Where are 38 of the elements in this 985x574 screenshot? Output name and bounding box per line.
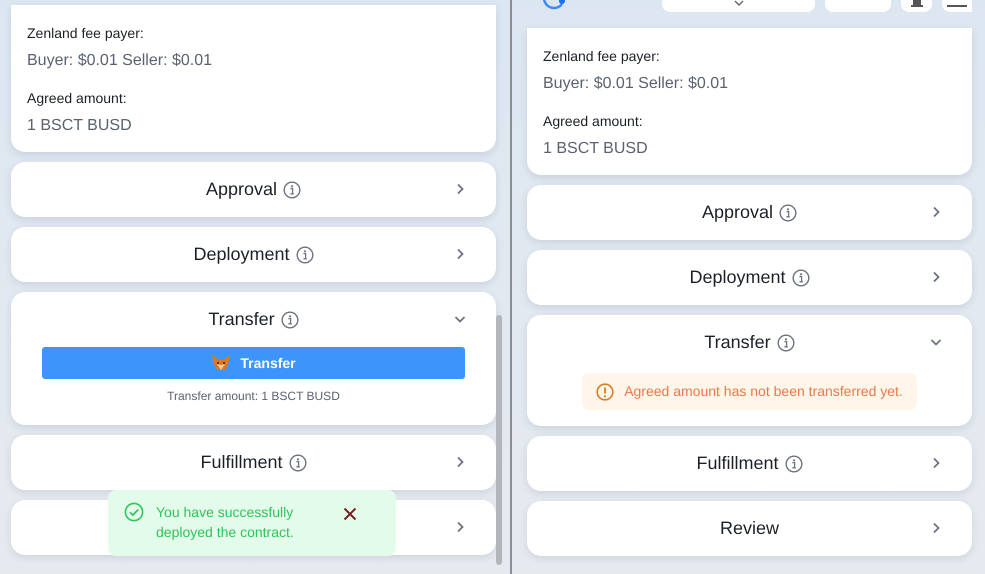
field-value: Buyer: $0.01 Seller: $0.01 xyxy=(27,51,214,71)
step-card[interactable]: Review xyxy=(527,501,972,556)
step-card[interactable]: Deployment xyxy=(527,250,972,305)
step-card[interactable]: Deployment xyxy=(11,227,496,282)
step-title: Fulfillment xyxy=(696,452,779,475)
step-card[interactable]: Fulfillment xyxy=(11,435,496,490)
step-card[interactable]: Approval xyxy=(527,185,972,240)
step-title: Approval xyxy=(206,178,278,201)
step-card[interactable]: Fulfillment xyxy=(527,436,972,491)
field-value: Buyer: $0.01 Seller: $0.01 xyxy=(543,74,730,94)
step-title: Transfer xyxy=(208,308,275,331)
logo-icon xyxy=(541,0,567,12)
check-circle-icon xyxy=(124,502,144,522)
step-title: Deployment xyxy=(689,266,786,289)
step-title: Approval xyxy=(702,201,774,224)
step-title: Transfer xyxy=(704,331,771,354)
fox-icon xyxy=(211,354,232,372)
step-card[interactable]: Transfer Agreed amount has not been transferred yet. xyxy=(527,315,972,426)
close-icon xyxy=(343,506,357,521)
scrollbar-thumb[interactable] xyxy=(496,315,502,565)
step-card[interactable]: Transfer Transfer Transfer amount: 1 BSCT BUSD xyxy=(11,292,496,425)
field-value: 1 BSCT BUSD xyxy=(543,139,649,159)
field-label: Agreed amount: xyxy=(543,112,644,131)
step-title: Review xyxy=(720,517,780,540)
field-value: 1 BSCT BUSD xyxy=(27,116,133,136)
toast-message: You have successfully deployed the contract. xyxy=(156,503,295,542)
field-label: Zenland fee payer: xyxy=(27,24,145,43)
menu-button[interactable] xyxy=(942,0,972,12)
field-label: Agreed amount: xyxy=(27,89,128,108)
caret-icon xyxy=(734,0,744,8)
step-title: Fulfillment xyxy=(200,451,283,474)
bell-button[interactable] xyxy=(901,0,932,12)
warning-icon xyxy=(596,382,614,400)
step-card[interactable]: Approval xyxy=(11,162,496,217)
step-title: Deployment xyxy=(193,243,290,266)
warning-banner: Agreed amount has not been transferred yet. xyxy=(582,373,917,410)
field-label: Zenland fee payer: xyxy=(543,47,661,66)
transfer-amount-note: Transfer amount: 1 BSCT BUSD xyxy=(166,388,341,405)
